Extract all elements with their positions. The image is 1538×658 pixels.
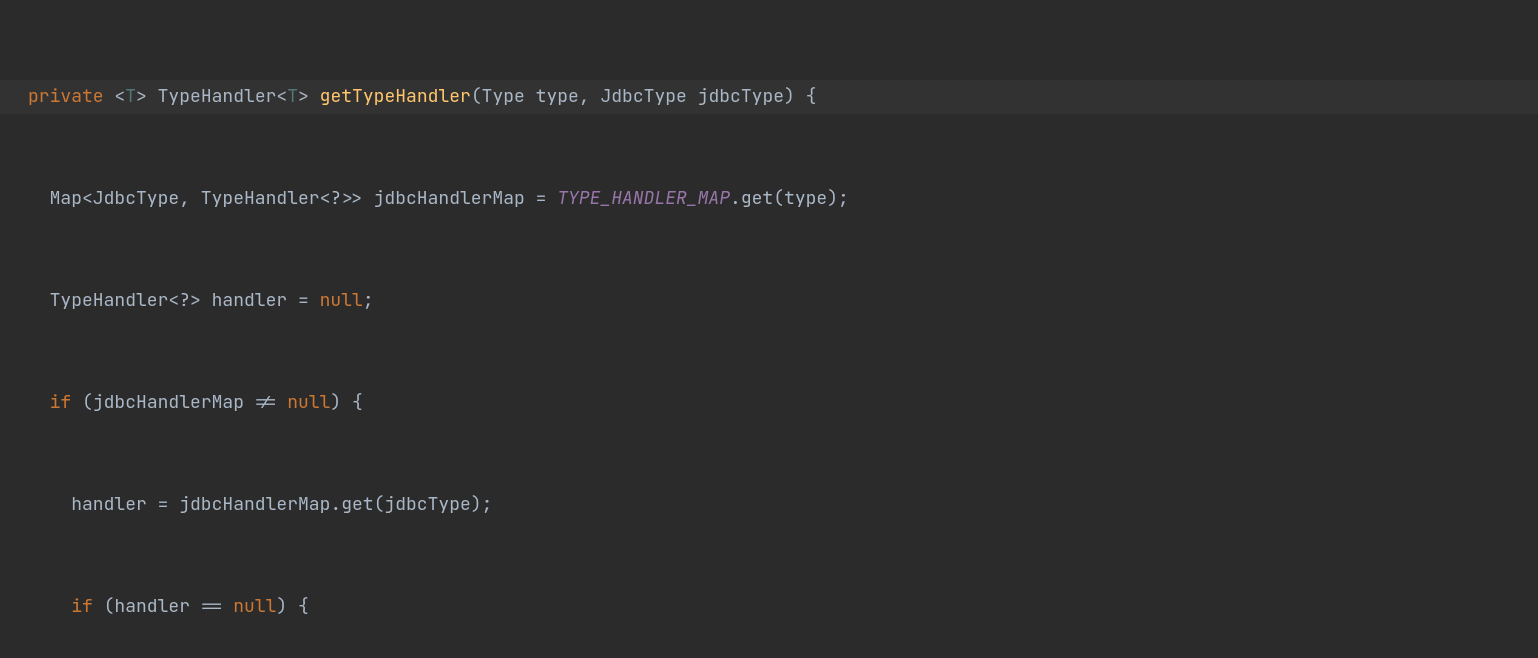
code-text: ; <box>363 289 374 312</box>
code-text: .get(type); <box>730 187 849 210</box>
keyword-private: private <box>28 85 104 108</box>
code-line[interactable]: Map<JdbcType, TypeHandler<?>> jdbcHandle… <box>0 182 1538 216</box>
code-text: ) { <box>276 595 308 618</box>
keyword-null: null <box>233 595 276 618</box>
code-text: Map<JdbcType, TypeHandler<?>> jdbcHandle… <box>28 187 557 210</box>
code-line[interactable]: private <T> TypeHandler<T> getTypeHandle… <box>0 80 1538 114</box>
type-param: T <box>125 85 136 108</box>
code-text: (handler == <box>93 595 233 618</box>
keyword-if: if <box>50 391 72 414</box>
keyword-if: if <box>71 595 93 618</box>
code-text: < <box>104 85 126 108</box>
code-line[interactable]: TypeHandler<?> handler = null; <box>0 284 1538 318</box>
keyword-null: null <box>287 391 330 414</box>
indent <box>28 595 71 618</box>
type-param: T <box>287 85 298 108</box>
code-text: > TypeHandler< <box>136 85 287 108</box>
code-text: ) { <box>330 391 362 414</box>
code-text: > <box>298 85 320 108</box>
code-text: handler = jdbcHandlerMap.get(jdbcType); <box>28 493 492 516</box>
code-text: (jdbcHandlerMap != <box>71 391 287 414</box>
code-editor[interactable]: private <T> TypeHandler<T> getTypeHandle… <box>0 0 1538 658</box>
code-text: TypeHandler<?> handler = <box>28 289 320 312</box>
code-text: (Type type, JdbcType jdbcType) { <box>471 85 817 108</box>
keyword-null: null <box>320 289 363 312</box>
code-line[interactable]: if (jdbcHandlerMap != null) { <box>0 386 1538 420</box>
method-name: getTypeHandler <box>320 85 471 108</box>
constant: TYPE_HANDLER_MAP <box>557 187 730 210</box>
code-line[interactable]: if (handler == null) { <box>0 590 1538 624</box>
code-line[interactable]: handler = jdbcHandlerMap.get(jdbcType); <box>0 488 1538 522</box>
indent <box>28 391 50 414</box>
